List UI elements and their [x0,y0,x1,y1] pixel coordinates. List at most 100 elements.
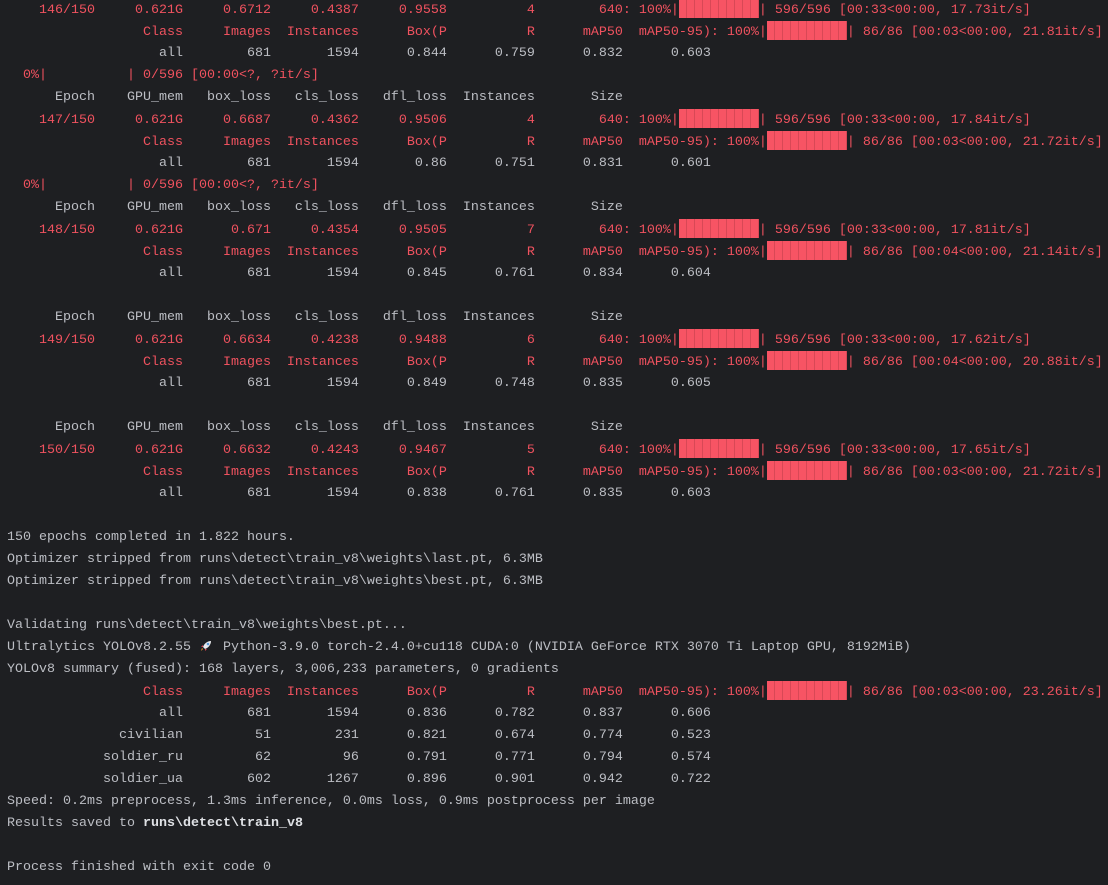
progress-bar-fill [766,681,847,700]
progress-bar-fill [766,241,847,260]
val-metrics-row: soldier_ru 62 96 0.791 0.771 0.794 0.574 [7,747,1103,769]
progress-tail: | 596/596 [00:33<00:00, 17.62it/s] [758,333,1031,348]
epoch-values: 150/150 0.621G 0.6632 0.4243 0.9467 5 64… [7,443,679,458]
epoch-values: 148/150 0.621G 0.671 0.4354 0.9505 7 640… [7,223,679,238]
val-header-row: Class Images Instances Box(P R mAP50 mAP… [7,21,1103,43]
metric-values: all 681 1594 0.86 0.751 0.831 0.601 [7,156,711,171]
text: Validating runs\detect\train_v8\weights\… [7,618,407,633]
metric-values: all 681 1594 0.836 0.782 0.837 0.606 [7,706,711,721]
header-text: Epoch GPU_mem box_loss cls_loss dfl_loss… [7,420,623,435]
zero-progress-row: 0%| | 0/596 [00:00<?, ?it/s] [7,65,1103,87]
text: Optimizer stripped from runs\detect\trai… [7,574,543,589]
progress-tail: | 596/596 [00:33<00:00, 17.73it/s] [758,3,1031,18]
progress-text: 0%| | 0/596 [00:00<?, ?it/s] [7,68,319,83]
epoch-row: 146/150 0.621G 0.6712 0.4387 0.9558 4 64… [7,0,1103,21]
metric-values: all 681 1594 0.849 0.748 0.835 0.605 [7,376,711,391]
val-metrics-row: civilian 51 231 0.821 0.674 0.774 0.523 [7,725,1103,747]
val-metrics-row: all 681 1594 0.86 0.751 0.831 0.601 [7,153,1103,175]
progress-bar-fill [766,461,847,480]
epoch-values: 149/150 0.621G 0.6634 0.4238 0.9488 6 64… [7,333,679,348]
results-line: Results saved to runs\detect\train_v8 [7,813,1103,835]
header-text: Epoch GPU_mem box_loss cls_loss dfl_loss… [7,310,623,325]
results-path: runs\detect\train_v8 [142,816,303,831]
val-metrics-row: all 681 1594 0.849 0.748 0.835 0.605 [7,373,1103,395]
text: Process finished with exit code 0 [7,860,271,875]
epoch-row: 148/150 0.621G 0.671 0.4354 0.9505 7 640… [7,219,1103,241]
train-header-row: Epoch GPU_mem box_loss cls_loss dfl_loss… [7,197,1103,219]
ultralytics-line: Ultralytics YOLOv8.2.55 Python-3.9.0 tor… [7,637,1103,659]
completed-line: 150 epochs completed in 1.822 hours. [7,527,1103,549]
text: YOLOv8 summary (fused): 168 layers, 3,00… [7,662,559,677]
progress-bar-fill [678,439,759,458]
progress-bar-fill [678,109,759,128]
epoch-values: 146/150 0.621G 0.6712 0.4387 0.9558 4 64… [7,3,679,18]
progress-tail: | 596/596 [00:33<00:00, 17.84it/s] [758,113,1031,128]
header-text: Epoch GPU_mem box_loss cls_loss dfl_loss… [7,200,623,215]
metric-values: soldier_ua 602 1267 0.896 0.901 0.942 0.… [7,772,711,787]
progress-bar-fill [678,0,759,18]
val-metrics-row: all 681 1594 0.844 0.759 0.832 0.603 [7,43,1103,65]
progress-tail: | 86/86 [00:03<00:00, 21.72it/s] [846,135,1103,150]
metric-values: civilian 51 231 0.821 0.674 0.774 0.523 [7,728,711,743]
progress-bar-fill [678,219,759,238]
val-header-text: Class Images Instances Box(P R mAP50 mAP… [7,245,767,260]
text: Ultralytics YOLOv8.2.55 [7,640,199,655]
exit-line: Process finished with exit code 0 [7,857,1103,879]
stripped-last-line: Optimizer stripped from runs\detect\trai… [7,549,1103,571]
progress-tail: | 86/86 [00:04<00:00, 21.14it/s] [846,245,1103,260]
val-header-text: Class Images Instances Box(P R mAP50 mAP… [7,685,767,700]
progress-text: 0%| | 0/596 [00:00<?, ?it/s] [7,178,319,193]
progress-bar-fill [766,351,847,370]
progress-tail: | 86/86 [00:04<00:00, 20.88it/s] [846,355,1103,370]
val-header-text: Class Images Instances Box(P R mAP50 mAP… [7,355,767,370]
metric-values: all 681 1594 0.845 0.761 0.834 0.604 [7,266,711,281]
train-header-row: Epoch GPU_mem box_loss cls_loss dfl_loss… [7,87,1103,109]
stripped-best-line: Optimizer stripped from runs\detect\trai… [7,571,1103,593]
progress-tail: | 596/596 [00:33<00:00, 17.81it/s] [758,223,1031,238]
epoch-row: 149/150 0.621G 0.6634 0.4238 0.9488 6 64… [7,329,1103,351]
epoch-values: 147/150 0.621G 0.6687 0.4362 0.9506 4 64… [7,113,679,128]
val-metrics-row: all 681 1594 0.845 0.761 0.834 0.604 [7,263,1103,285]
val-header-row: Class Images Instances Box(P R mAP50 mAP… [7,351,1103,373]
text: Python-3.9.0 torch-2.4.0+cu118 CUDA:0 (N… [214,640,911,655]
val-header-text: Class Images Instances Box(P R mAP50 mAP… [7,135,767,150]
train-header-row: Epoch GPU_mem box_loss cls_loss dfl_loss… [7,307,1103,329]
val-header-text: Class Images Instances Box(P R mAP50 mAP… [7,465,767,480]
val-metrics-row: soldier_ua 602 1267 0.896 0.901 0.942 0.… [7,769,1103,791]
model-summary-line: YOLOv8 summary (fused): 168 layers, 3,00… [7,659,1103,681]
progress-tail: | 86/86 [00:03<00:00, 21.81it/s] [846,25,1103,40]
text: Speed: 0.2ms preprocess, 1.3ms inference… [7,794,655,809]
epoch-row: 147/150 0.621G 0.6687 0.4362 0.9506 4 64… [7,109,1103,131]
val-header-row: Class Images Instances Box(P R mAP50 mAP… [7,461,1103,483]
val-header-row: Class Images Instances Box(P R mAP50 mAP… [7,681,1103,703]
metric-values: all 681 1594 0.844 0.759 0.832 0.603 [7,46,711,61]
progress-tail: | 86/86 [00:03<00:00, 21.72it/s] [846,465,1103,480]
val-header-row: Class Images Instances Box(P R mAP50 mAP… [7,241,1103,263]
text: 150 epochs completed in 1.822 hours. [7,530,295,545]
progress-tail: | 86/86 [00:03<00:00, 23.26it/s] [846,685,1103,700]
metric-values: soldier_ru 62 96 0.791 0.771 0.794 0.574 [7,750,711,765]
header-text: Epoch GPU_mem box_loss cls_loss dfl_loss… [7,90,623,105]
epoch-row: 150/150 0.621G 0.6632 0.4243 0.9467 5 64… [7,439,1103,461]
progress-bar-fill [678,329,759,348]
metric-values: all 681 1594 0.838 0.761 0.835 0.603 [7,486,711,501]
text: Optimizer stripped from runs\detect\trai… [7,552,543,567]
speed-line: Speed: 0.2ms preprocess, 1.3ms inference… [7,791,1103,813]
validating-line: Validating runs\detect\train_v8\weights\… [7,615,1103,637]
val-header-row: Class Images Instances Box(P R mAP50 mAP… [7,131,1103,153]
terminal-output: 146/150 0.621G 0.6712 0.4387 0.9558 4 64… [7,0,1103,879]
train-header-row: Epoch GPU_mem box_loss cls_loss dfl_loss… [7,417,1103,439]
val-metrics-row: all 681 1594 0.836 0.782 0.837 0.606 [7,703,1103,725]
progress-bar-fill [766,131,847,150]
zero-progress-row: 0%| | 0/596 [00:00<?, ?it/s] [7,175,1103,197]
val-header-text: Class Images Instances Box(P R mAP50 mAP… [7,25,767,40]
progress-tail: | 596/596 [00:33<00:00, 17.65it/s] [758,443,1031,458]
text: Results saved to [7,816,143,831]
progress-bar-fill [766,21,847,40]
val-metrics-row: all 681 1594 0.838 0.761 0.835 0.603 [7,483,1103,505]
